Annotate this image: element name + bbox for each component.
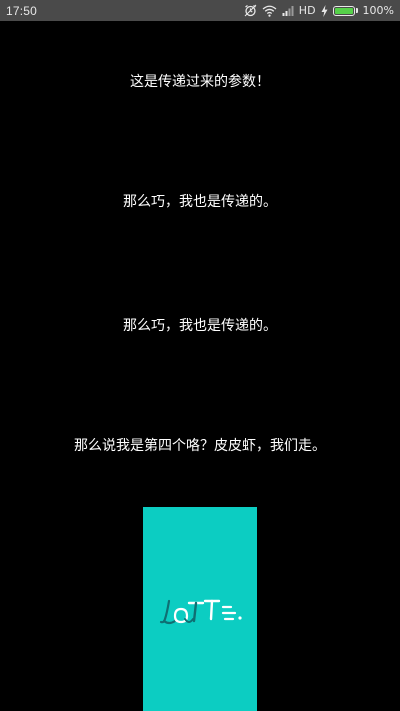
param-text-3: 那么巧，我也是传递的。 (123, 318, 277, 334)
param-text-1: 这是传递过来的参数！ (130, 74, 270, 90)
battery-level-fill (334, 7, 353, 14)
status-icons: HD 100% (244, 4, 394, 18)
param-text-4: 那么说我是第四个咯？皮皮虾，我们走。 (74, 438, 326, 454)
lottie-logo-icon (159, 599, 242, 625)
alarm-icon (244, 4, 257, 18)
param-text-2: 那么巧，我也是传递的。 (123, 194, 277, 210)
status-bar: 17:50 HD 100% (0, 0, 400, 21)
charging-bolt-icon (321, 4, 328, 18)
screen: 17:50 HD 100% 这是传递过来的参数！ 那么巧，我也是传递的。 那么巧… (0, 0, 400, 711)
status-time: 17:50 (6, 3, 38, 18)
battery-icon (332, 5, 358, 16)
signal-icon (282, 4, 294, 18)
network-type-label: HD (298, 4, 316, 17)
battery-percent: 100% (362, 4, 394, 17)
wifi-icon (262, 4, 277, 18)
lottie-animation-view (143, 507, 257, 711)
